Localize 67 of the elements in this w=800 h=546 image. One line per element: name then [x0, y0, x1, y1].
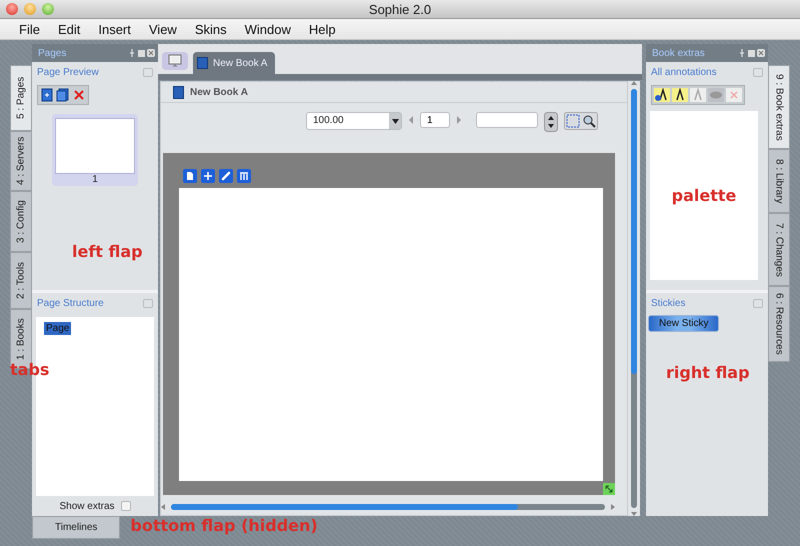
document-icon[interactable] [183, 169, 197, 183]
vertical-scrollbar[interactable] [628, 81, 640, 516]
dropdown-arrow-icon[interactable] [392, 118, 398, 124]
menu-item[interactable]: View [140, 22, 186, 36]
monitor-icon[interactable] [162, 52, 188, 70]
section-title: Page Preview [37, 66, 99, 78]
copy-page-icon[interactable] [56, 88, 70, 102]
document-title: New Book A [190, 86, 248, 98]
flap-title: Pages [38, 48, 66, 58]
previous-page-icon[interactable] [408, 115, 414, 125]
document-tab[interactable]: New Book A [193, 52, 276, 74]
page-number-field[interactable]: 1 [420, 112, 450, 128]
window-controls-icon[interactable] [739, 48, 765, 58]
plus-icon[interactable] [201, 169, 215, 183]
checkbox-label: Show extras [59, 500, 115, 512]
chart-icon[interactable] [237, 169, 251, 183]
next-page-icon[interactable] [456, 115, 462, 125]
side-tab[interactable]: 9 : Book extras [768, 65, 790, 149]
section-title: All annotations [651, 66, 717, 78]
minimize-button[interactable] [24, 3, 36, 15]
menu-item[interactable]: Insert [89, 22, 140, 36]
menu-item[interactable]: Window [236, 22, 300, 36]
zoom-combo[interactable]: 100.00 [306, 112, 402, 130]
zoom-button[interactable] [42, 3, 54, 15]
side-tab[interactable]: 6 : Resources [768, 286, 790, 362]
section-title: Stickies [651, 298, 686, 308]
new-page-icon[interactable] [40, 88, 54, 102]
side-tab[interactable]: 4 : Servers [10, 131, 32, 191]
selection-zoom-icon[interactable] [564, 112, 598, 130]
menu-item[interactable]: Skins [186, 22, 236, 36]
book-icon [197, 57, 208, 69]
checkbox[interactable] [120, 501, 131, 511]
window-title: Sophie 2.0 [368, 2, 432, 16]
menu-item[interactable]: File [10, 22, 49, 36]
menu-item[interactable]: Edit [48, 22, 90, 36]
side-tab[interactable]: 8 : Library [768, 149, 790, 213]
annotation-label: left flap [72, 242, 143, 261]
undock-icon[interactable] [753, 298, 763, 308]
menu-item[interactable]: Help [300, 22, 345, 36]
undock-icon[interactable] [753, 68, 763, 76]
page-thumbnail[interactable]: 1 [52, 114, 138, 186]
flap-title: Book extras [652, 48, 705, 58]
annotation-label: palette [672, 186, 736, 205]
scroll-right-icon[interactable] [611, 504, 615, 510]
undock-icon[interactable] [143, 68, 153, 76]
window-controls-icon[interactable] [129, 48, 155, 58]
new-sticky-button[interactable]: New Sticky [648, 315, 720, 332]
side-tab[interactable]: 3 : Config [10, 191, 32, 252]
add-annotation-icon[interactable] [654, 88, 670, 102]
side-tab[interactable]: 2 : Tools [10, 252, 32, 309]
undock-icon[interactable] [143, 298, 153, 308]
annotation-label: bottom flap (hidden) [130, 516, 318, 535]
scroll-left-icon[interactable] [161, 504, 165, 510]
bottom-tab[interactable]: Timelines [32, 516, 120, 539]
annotation-icon[interactable] [672, 88, 688, 102]
side-tab[interactable]: 7 : Changes [768, 213, 790, 286]
delete-icon[interactable] [726, 88, 742, 102]
section-title: Page Structure [37, 298, 104, 308]
book-icon [173, 86, 184, 98]
side-tab[interactable]: 5 : Pages [10, 65, 32, 131]
annotation-label: right flap [666, 363, 750, 382]
input-field[interactable] [476, 112, 538, 128]
scroll-down-icon[interactable] [631, 512, 637, 516]
resize-handle-icon[interactable] [603, 483, 615, 495]
spinner-icon[interactable] [544, 112, 558, 132]
close-button[interactable] [6, 3, 18, 15]
delete-icon[interactable] [72, 88, 86, 102]
